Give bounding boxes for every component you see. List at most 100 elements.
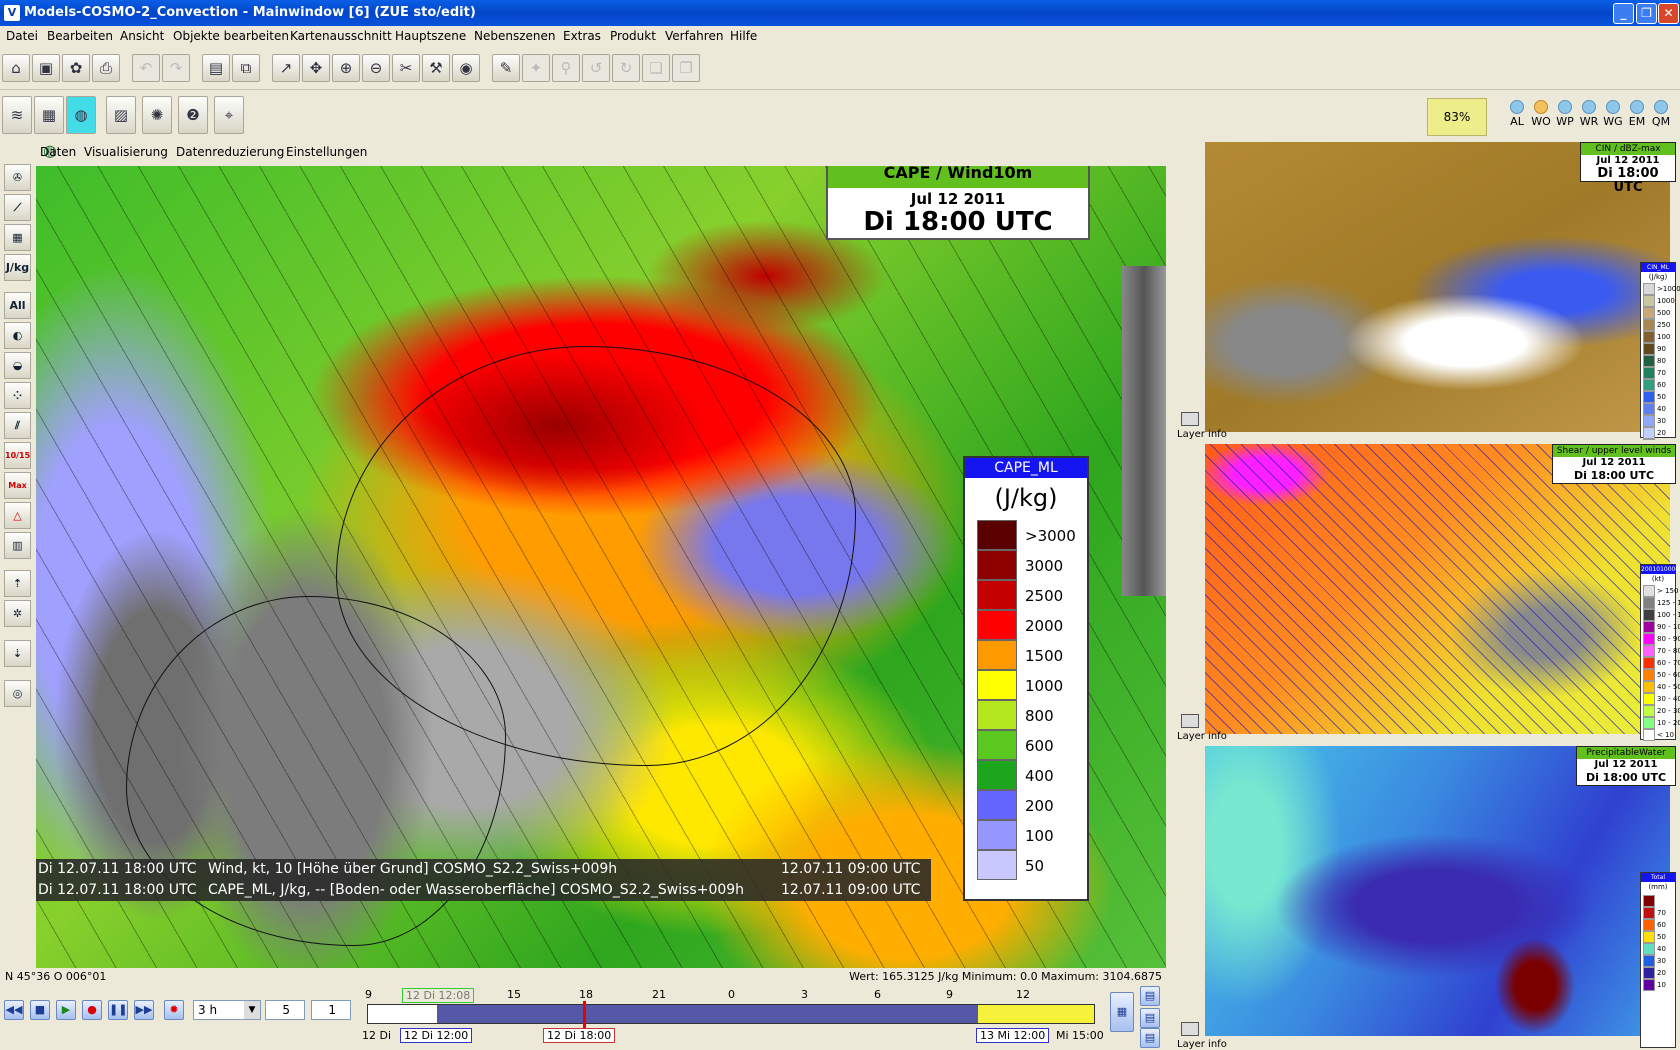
layers-icon[interactable]: ≋: [2, 96, 32, 134]
side-map[interactable]: [1205, 444, 1670, 734]
start-label: 12 Di: [362, 1029, 392, 1042]
close-button[interactable]: ✕: [1658, 3, 1679, 24]
step-spinner[interactable]: 5: [265, 1000, 305, 1020]
chevron-down-icon[interactable]: ▼: [244, 1001, 260, 1019]
settings-gear-icon[interactable]: ✹: [164, 1000, 184, 1020]
rotate-right-icon[interactable]: ↻: [612, 54, 640, 82]
time-cursor[interactable]: [583, 1001, 586, 1029]
rotate-left-icon[interactable]: ↺: [582, 54, 610, 82]
pick-icon[interactable]: ⚲: [552, 54, 580, 82]
all-button[interactable]: All: [4, 292, 31, 319]
pan-icon[interactable]: ✥: [302, 54, 330, 82]
layer-info-label[interactable]: Layer info: [1177, 1039, 1227, 1050]
palette-icon[interactable]: ▥: [4, 532, 31, 559]
submenu-visualisierung[interactable]: Visualisierung: [84, 145, 168, 159]
zoom-in-icon[interactable]: ⊕: [332, 54, 360, 82]
layer-two-icon[interactable]: ❷: [178, 96, 208, 134]
interval-spinner[interactable]: 1: [311, 1000, 351, 1020]
menu-kartenausschnitt[interactable]: Kartenausschnitt: [290, 29, 392, 43]
menu-nebenszenen[interactable]: Nebenszenen: [474, 29, 556, 43]
pause-icon[interactable]: ❚❚: [108, 1000, 128, 1020]
copy-icon[interactable]: ❏: [642, 54, 670, 82]
scene-small-icon[interactable]: ▤: [1140, 1008, 1160, 1028]
minimize-button[interactable]: _: [1613, 3, 1634, 24]
presentation-icon[interactable]: ▤: [202, 54, 230, 82]
menu-produkt[interactable]: Produkt: [610, 29, 656, 43]
layer-info-icon[interactable]: [1181, 1022, 1199, 1036]
submenu-daten[interactable]: Daten: [40, 145, 76, 159]
layer-info-icon[interactable]: [1181, 714, 1199, 728]
brush-icon[interactable]: ⟋: [4, 194, 31, 221]
layer-info-label[interactable]: Layer info: [1177, 731, 1227, 742]
level-down-icon[interactable]: ⇣: [4, 640, 31, 667]
redo-icon[interactable]: ↷: [162, 54, 190, 82]
rewind-icon[interactable]: ◀◀: [4, 1000, 24, 1020]
submenu-datenreduzierung[interactable]: Datenreduzierung: [176, 145, 284, 159]
undo-icon[interactable]: ↶: [132, 54, 160, 82]
range-end-label[interactable]: 13 Mi 12:00: [976, 1028, 1050, 1043]
main-map[interactable]: CAPE / Wind10m Jul 12 2011 Di 18:00 UTC …: [36, 166, 1166, 968]
print-icon[interactable]: ⎙: [92, 54, 120, 82]
select-icon[interactable]: ✦: [522, 54, 550, 82]
submenu-einstellungen[interactable]: Einstellungen: [286, 145, 367, 159]
layer-info-label[interactable]: Layer info: [1177, 429, 1227, 440]
side-legend-swatch: [1643, 657, 1655, 669]
export-icon[interactable]: ✿: [62, 54, 90, 82]
layer-info-icon[interactable]: [1181, 412, 1199, 426]
time-slider[interactable]: [367, 1001, 1095, 1029]
menu-bearbeiten[interactable]: Bearbeiten: [47, 29, 113, 43]
menu-objekte-bearbeiten[interactable]: Objekte bearbeiten: [173, 29, 289, 43]
level-icon[interactable]: ✲: [4, 600, 31, 627]
menu-extras[interactable]: Extras: [563, 29, 601, 43]
pointer-icon[interactable]: ↗: [272, 54, 300, 82]
tower-icon[interactable]: ⌖: [214, 96, 244, 134]
save-icon[interactable]: ▣: [32, 54, 60, 82]
scene-small-icon[interactable]: ▤: [1140, 986, 1160, 1006]
measure-icon[interactable]: ✂: [392, 54, 420, 82]
forward-icon[interactable]: ▶▶: [134, 1000, 154, 1020]
legend-value: 1500: [1025, 647, 1064, 665]
edit-icon[interactable]: ✎: [492, 54, 520, 82]
menu-hilfe[interactable]: Hilfe: [730, 29, 757, 43]
grid-icon[interactable]: ▦: [34, 96, 64, 134]
menu-ansicht[interactable]: Ansicht: [120, 29, 164, 43]
stop-icon[interactable]: ■: [30, 1000, 50, 1020]
location-icon[interactable]: ◎: [4, 680, 31, 707]
wind-barb-icon[interactable]: ⫽: [4, 412, 31, 439]
layer-2d-icon[interactable]: ▨: [106, 96, 136, 134]
time-step-select[interactable]: 3 h ▼: [193, 1000, 261, 1020]
side-scene-cin[interactable]: CIN / dBZ-max Jul 12 2011 Di 18:00 UTC C…: [1175, 140, 1680, 440]
overlay-icon[interactable]: ✺: [142, 96, 172, 134]
scene-small-icon[interactable]: ▤: [1140, 1028, 1160, 1048]
maximize-button[interactable]: ❐: [1636, 3, 1657, 24]
paste-icon[interactable]: ❐: [672, 54, 700, 82]
side-map[interactable]: [1205, 746, 1670, 1036]
record-icon[interactable]: ●: [82, 1000, 102, 1020]
contour-icon[interactable]: ◐: [4, 322, 31, 349]
isoline-icon[interactable]: ▦: [4, 224, 31, 251]
animation-icon[interactable]: ⧉: [232, 54, 260, 82]
globe-icon[interactable]: ◍: [66, 96, 96, 134]
unit-jkg-button[interactable]: J/kg: [4, 254, 31, 281]
side-scene-shear[interactable]: Shear / upper level winds Jul 12 2011 Di…: [1175, 442, 1680, 742]
calendar-icon[interactable]: ▦: [1110, 992, 1134, 1032]
current-time-label[interactable]: 12 Di 18:00: [543, 1028, 616, 1043]
crosssection-icon[interactable]: ⚒: [422, 54, 450, 82]
triangle-icon[interactable]: △: [4, 502, 31, 529]
left-tool-panel: ✇ ⟋ ▦ J/kg All ◐ ◒ ⁘ ⫽ 10/15 Max Min △ ▥…: [0, 140, 35, 910]
distance-icon[interactable]: ◉: [452, 54, 480, 82]
menu-datei[interactable]: Datei: [6, 29, 38, 43]
values-button[interactable]: 10/15: [4, 442, 31, 469]
side-scene-precipitable-water[interactable]: PrecipitableWater Jul 12 2011 Di 18:00 U…: [1175, 744, 1680, 1050]
level-up-icon[interactable]: ⇡: [4, 570, 31, 597]
shading-icon[interactable]: ◒: [4, 352, 31, 379]
zoom-out-icon[interactable]: ⊖: [362, 54, 390, 82]
play-icon[interactable]: ▶: [56, 1000, 76, 1020]
range-start-label[interactable]: 12 Di 12:00: [400, 1028, 473, 1043]
max-min-button[interactable]: Max Min: [4, 472, 31, 515]
menu-hauptszene[interactable]: Hauptszene: [395, 29, 466, 43]
open-icon[interactable]: ⌂: [2, 54, 30, 82]
network-icon[interactable]: ✇: [4, 164, 31, 191]
menu-verfahren[interactable]: Verfahren: [665, 29, 723, 43]
points-icon[interactable]: ⁘: [4, 382, 31, 409]
